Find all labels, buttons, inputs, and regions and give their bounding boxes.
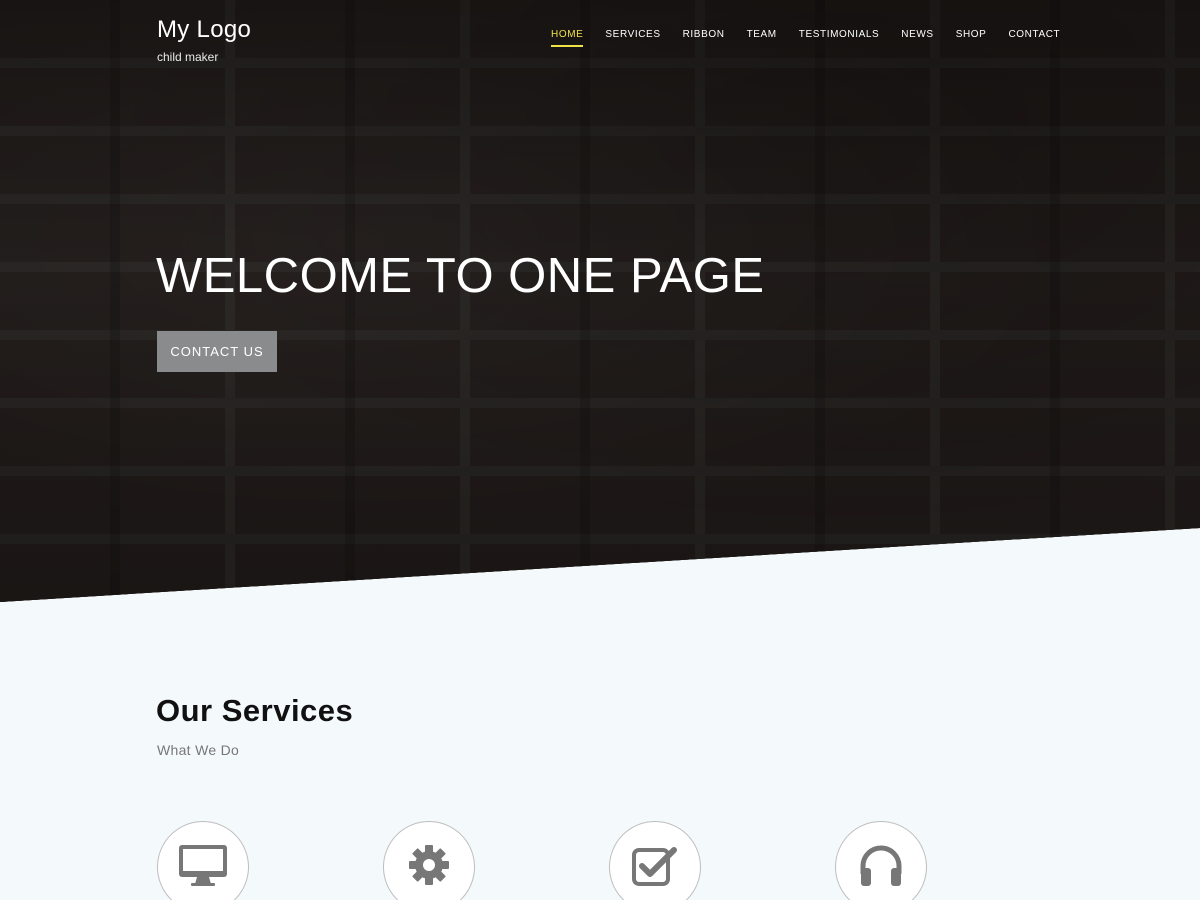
nav-item-testimonials[interactable]: TESTIMONIALS: [799, 29, 880, 47]
service-tasks[interactable]: [609, 821, 701, 900]
nav-item-contact[interactable]: CONTACT: [1008, 29, 1060, 47]
checkbox-icon: [632, 847, 677, 886]
nav-item-ribbon[interactable]: RIBBON: [683, 29, 725, 47]
nav-item-services[interactable]: SERVICES: [605, 29, 660, 47]
nav-item-team[interactable]: TEAM: [747, 29, 777, 47]
nav-item-news[interactable]: NEWS: [901, 29, 933, 47]
nav-item-shop[interactable]: SHOP: [956, 29, 987, 47]
service-settings[interactable]: [383, 821, 475, 900]
site-logo[interactable]: My Logo child maker: [157, 16, 251, 64]
page: My Logo child maker HOME SERVICES RIBBON…: [0, 0, 1200, 900]
service-monitor[interactable]: [157, 821, 249, 900]
headphones-icon: [860, 845, 902, 886]
logo-tagline: child maker: [157, 50, 219, 64]
service-support[interactable]: [835, 821, 927, 900]
main-nav: HOME SERVICES RIBBON TEAM TESTIMONIALS N…: [551, 29, 1082, 47]
hero-title: WELCOME TO ONE PAGE: [156, 249, 765, 303]
gear-icon: [409, 845, 449, 885]
monitor-icon: [179, 845, 227, 886]
contact-us-button[interactable]: CONTACT US: [157, 331, 277, 372]
logo-title: My Logo: [157, 16, 252, 43]
services-subtitle: What We Do: [157, 742, 240, 758]
services-title: Our Services: [156, 693, 354, 728]
nav-item-home[interactable]: HOME: [551, 29, 584, 47]
